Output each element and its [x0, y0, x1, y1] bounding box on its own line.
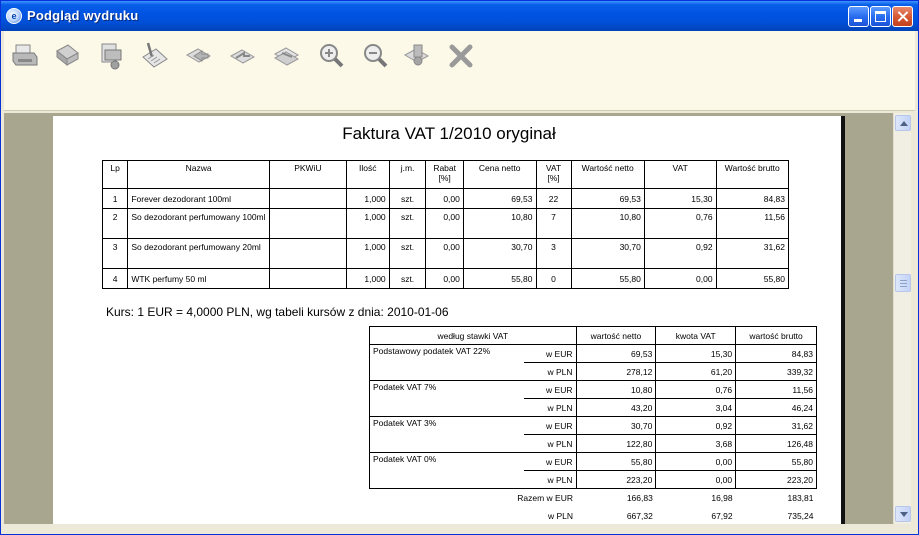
table-row: Podatek VAT 7% w EUR 10,80 0,76 11,56 [369, 380, 817, 417]
zoom-out-icon [364, 44, 388, 68]
table-row: 3 So dezodorant perfumowany 20ml 1,000 s… [101, 238, 790, 269]
vat-summary-table: według stawki VAT wartość netto kwota VA… [369, 326, 817, 524]
table-row: Podatek VAT 3% w EUR 30,70 0,92 31,62 [369, 416, 817, 453]
arrow-up-icon [900, 121, 908, 126]
close-icon [449, 44, 473, 68]
settings-icon [403, 44, 430, 66]
col-vat-rate: VAT [%] [535, 160, 572, 189]
vat-col-vat: kwota VAT [655, 326, 737, 345]
items-table: Lp Nazwa PKWiU Ilość j.m. Rabat [%] Cena… [101, 160, 790, 289]
table-row: 4 WTK perfumy 50 ml 1,000 szt. 0,00 55,8… [101, 268, 790, 289]
col-gross: Wartość brutto [715, 160, 790, 189]
col-discount: Rabat [%] [425, 160, 464, 189]
minimize-icon [854, 19, 862, 22]
zoom-out-button[interactable] [360, 41, 390, 71]
totals-pln-row: w PLN 667,32 67,92 735,24 [547, 510, 814, 521]
col-vat: VAT [643, 160, 717, 189]
arrow-down-icon [900, 512, 908, 517]
title-bar[interactable]: e Podgląd wydruku [1, 1, 918, 31]
invoice-title: Faktura VAT 1/2010 oryginał [342, 124, 556, 143]
minimize-button[interactable] [848, 6, 869, 27]
col-name: Nazwa [127, 160, 270, 189]
zoom-in-icon [320, 44, 344, 68]
previous-page-icon [229, 49, 256, 64]
col-net-value: Wartość netto [570, 160, 645, 189]
document-edit-icon [142, 42, 168, 68]
export-icon [101, 43, 122, 70]
window-title: Podgląd wydruku [27, 8, 139, 23]
window-bottom-edge [4, 524, 915, 534]
close-preview-button[interactable] [446, 41, 476, 71]
next-page-icon [273, 47, 300, 66]
scroll-down-button[interactable] [895, 506, 911, 522]
col-net-price: Cena netto [462, 160, 537, 189]
toolbar [4, 31, 915, 111]
table-row: 2 So dezodorant perfumowany 100ml 1,000 … [101, 208, 790, 239]
items-header-row: Lp Nazwa PKWiU Ilość j.m. Rabat [%] Cena… [101, 160, 790, 189]
preview-area[interactable]: Faktura VAT 1/2010 oryginał Lp Nazwa PKW… [4, 113, 893, 524]
col-unit: j.m. [388, 160, 427, 189]
first-page-button[interactable] [184, 41, 214, 71]
table-row: Podatek VAT 0% w EUR 55,80 0,00 55,80 [369, 452, 817, 489]
table-row: 1 Forever dezodorant 100ml 1,000 szt. 0,… [101, 188, 790, 209]
zoom-in-button[interactable] [316, 41, 346, 71]
col-pkwiu: PKWiU [269, 160, 347, 189]
vat-col-net: wartość netto [575, 326, 657, 345]
maximize-button[interactable] [870, 6, 891, 27]
vat-col-gross: wartość brutto [735, 326, 817, 345]
page-setup-button[interactable] [52, 41, 82, 71]
edit-document-button[interactable] [140, 41, 170, 71]
invoice-page: Faktura VAT 1/2010 oryginał Lp Nazwa PKW… [53, 116, 845, 524]
table-row: Podstawowy podatek VAT 22% w EUR 69,53 1… [369, 344, 817, 381]
export-button[interactable] [96, 41, 126, 71]
scroll-thumb[interactable] [895, 274, 911, 292]
app-icon: e [6, 8, 22, 24]
close-window-button[interactable] [892, 6, 913, 27]
col-qty: Ilość [345, 160, 390, 189]
next-page-button[interactable] [272, 41, 302, 71]
maximize-icon [875, 11, 886, 22]
vat-header-row: według stawki VAT wartość netto kwota VA… [369, 326, 817, 345]
scroll-up-button[interactable] [895, 115, 911, 131]
vertical-scrollbar[interactable] [893, 113, 911, 524]
totals-eur-row: Razem w EUR 166,83 16,98 183,81 [369, 488, 817, 507]
col-lp: Lp [101, 160, 129, 189]
vat-col-rate: według stawki VAT [369, 326, 577, 345]
first-page-icon [185, 48, 212, 63]
print-button[interactable] [10, 41, 40, 71]
exchange-rate-note: Kurs: 1 EUR = 4,0000 PLN, wg tabeli kurs… [106, 305, 449, 319]
settings-button[interactable] [402, 41, 432, 71]
print-preview-window: e Podgląd wydruku Faktura VAT 1/2010 ory… [0, 0, 919, 535]
previous-page-button[interactable] [228, 41, 258, 71]
printer-icon [12, 44, 38, 66]
page-setup-icon [56, 44, 79, 67]
